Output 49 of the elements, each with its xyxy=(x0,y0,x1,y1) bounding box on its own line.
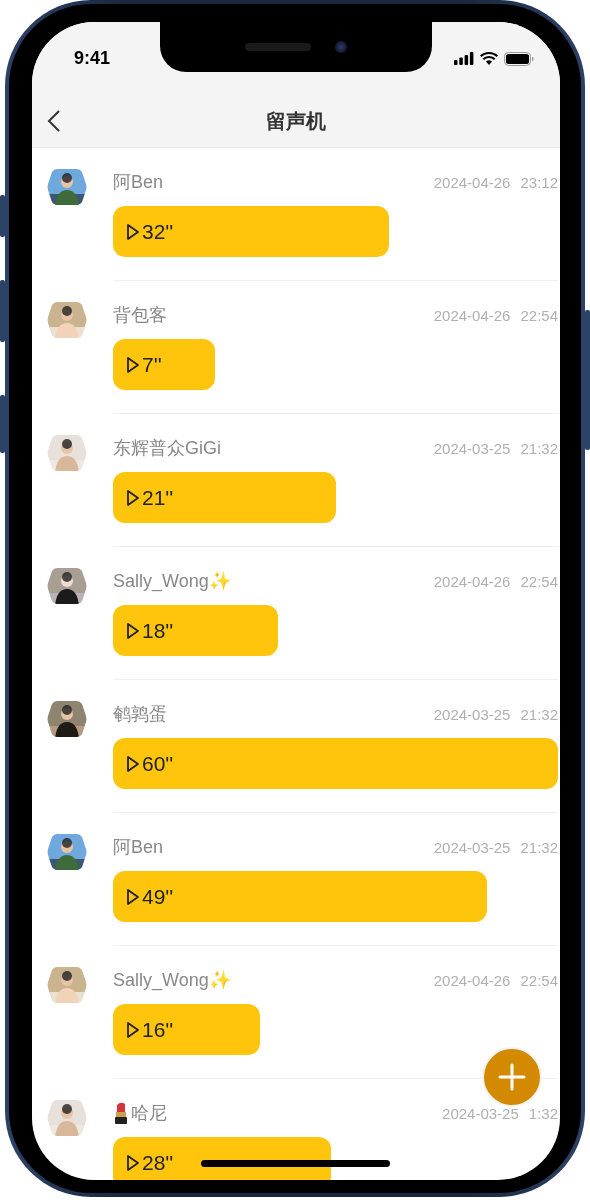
user-name: 背包客 xyxy=(113,304,167,327)
speaker xyxy=(245,43,311,51)
voice-message[interactable]: 18'' xyxy=(113,605,278,656)
play-icon xyxy=(126,222,140,241)
message-time: 1:32 xyxy=(528,1104,558,1122)
user-name: Sally_Wong✨ xyxy=(113,969,231,991)
message-date: 2024-03-25 xyxy=(433,439,511,457)
message-time: 21:32 xyxy=(520,838,558,856)
voice-message[interactable]: 32'' xyxy=(113,206,389,257)
message-time: 22:54 xyxy=(520,971,558,989)
voice-message[interactable]: 28'' xyxy=(113,1137,332,1180)
voice-message[interactable]: 16'' xyxy=(113,1004,260,1055)
play-icon xyxy=(126,1020,140,1039)
message-date: 2024-03-25 xyxy=(433,838,511,856)
camera xyxy=(335,41,347,53)
message-time: 21:32 xyxy=(520,705,558,723)
wifi-icon xyxy=(480,52,498,65)
user-name: Sally_Wong✨ xyxy=(113,570,231,592)
plus-icon xyxy=(498,1063,526,1091)
message-date: 2024-03-25 xyxy=(433,705,511,723)
message-date: 2024-03-25 xyxy=(442,1104,519,1122)
user-name: 鹌鹑蛋 xyxy=(113,703,167,726)
play-icon xyxy=(126,488,140,507)
lipstick-icon xyxy=(113,1102,129,1124)
play-icon xyxy=(126,621,140,640)
message-date: 2024-04-26 xyxy=(433,572,511,590)
voice-message[interactable]: 60'' xyxy=(113,738,558,789)
play-icon xyxy=(126,887,140,906)
battery-icon xyxy=(504,51,534,66)
user-name: 阿Ben xyxy=(113,171,164,194)
message-date: 2024-04-26 xyxy=(433,971,511,989)
message-time: 23:12 xyxy=(520,173,558,191)
play-icon xyxy=(126,355,140,374)
message-time: 21:32 xyxy=(520,439,558,457)
user-name: 阿Ben xyxy=(113,836,164,859)
message-date: 2024-04-26 xyxy=(433,306,511,324)
message-time: 22:54 xyxy=(520,572,558,590)
user-name: 东辉普众GiGi xyxy=(113,437,221,460)
voice-message[interactable]: 7'' xyxy=(113,339,216,390)
user-name: 哈尼 xyxy=(131,1102,167,1125)
message-time: 22:54 xyxy=(520,306,558,324)
play-icon xyxy=(126,1153,140,1172)
play-icon xyxy=(126,754,140,773)
message-date: 2024-04-26 xyxy=(433,173,511,191)
page-title: 留声机 xyxy=(266,108,326,134)
voice-message[interactable]: 49'' xyxy=(113,871,487,922)
voice-message[interactable]: 21'' xyxy=(113,472,336,523)
status-time: 9:41 xyxy=(74,48,111,69)
signal-icon xyxy=(454,52,474,65)
